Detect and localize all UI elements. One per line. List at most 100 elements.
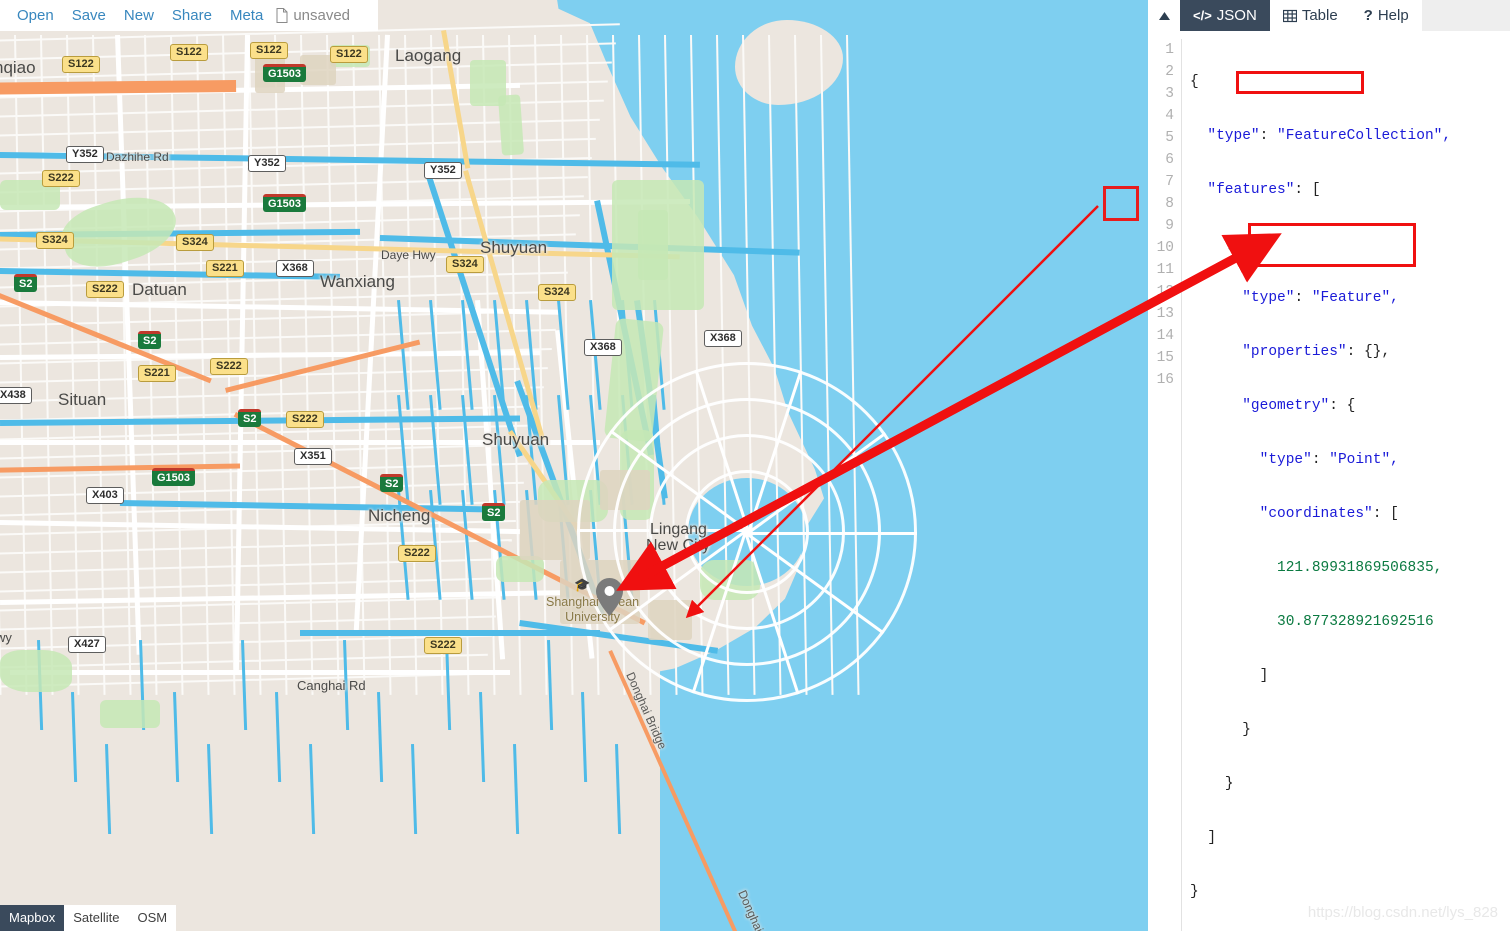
road-shield: S222 <box>86 281 124 298</box>
menu-open[interactable]: Open <box>8 0 63 31</box>
park-area <box>638 210 668 280</box>
menu-new[interactable]: New <box>115 0 163 31</box>
road-shield: S122 <box>62 56 100 73</box>
line-number: 9 <box>1165 218 1174 234</box>
code-line-15: ] <box>1207 830 1217 846</box>
road-shield: S324 <box>446 256 484 273</box>
code-line-12: ] <box>1259 668 1269 684</box>
line-number: 12 <box>1156 284 1174 300</box>
map-road-name: Donghai <box>735 888 767 931</box>
road-shield: S122 <box>250 42 288 59</box>
code-line-8: "type": "Point", <box>1259 452 1399 468</box>
road-shield: X427 <box>68 636 106 653</box>
line-number: 10 <box>1156 240 1174 256</box>
geojson-editor-app: LaogangnqiaoDazhihe RdShuyuanDaye HwyWan… <box>0 0 1510 931</box>
road-shield: G1503 <box>263 64 307 82</box>
road-shield: S122 <box>170 44 208 61</box>
park-area <box>100 700 160 728</box>
line-number: 1 <box>1165 42 1174 58</box>
road-shield: S221 <box>138 365 176 382</box>
road-shield: S2 <box>482 503 506 521</box>
layer-option-osm[interactable]: OSM <box>128 905 177 931</box>
road-shield: Y352 <box>248 155 286 172</box>
map-poi-label: Shanghai Ocean University <box>546 595 640 624</box>
table-icon <box>1282 9 1297 22</box>
layer-option-mapbox[interactable]: Mapbox <box>0 905 65 931</box>
code-line-14: } <box>1224 776 1234 792</box>
park-area <box>497 94 525 156</box>
road-shield: S2 <box>380 474 404 492</box>
island <box>735 20 843 105</box>
tab-help-label: Help <box>1377 7 1409 24</box>
road-shield: S324 <box>36 232 74 249</box>
line-number: 8 <box>1165 196 1174 212</box>
map-canvas[interactable]: LaogangnqiaoDazhihe RdShuyuanDaye HwyWan… <box>0 0 1148 931</box>
line-number: 6 <box>1165 152 1174 168</box>
layer-option-satellite[interactable]: Satellite <box>64 905 129 931</box>
line-number-gutter: 1 2 3 4 5 6 7 8 9 10 11 12 13 14 15 16 <box>1148 39 1182 931</box>
road-shield: S222 <box>424 637 462 654</box>
code-line-13: } <box>1242 722 1251 738</box>
road-shield: S324 <box>176 234 214 251</box>
line-number: 4 <box>1165 108 1174 124</box>
menu-share[interactable]: Share <box>163 0 221 31</box>
radial-road <box>577 529 747 532</box>
code-line-16: } <box>1190 884 1199 900</box>
road-shield: X351 <box>294 448 332 465</box>
code-line-1: { <box>1190 74 1199 90</box>
basemap-layer-switcher: Mapbox Satellite OSM <box>0 905 177 931</box>
json-code-lines[interactable]: { "type": "FeatureCollection", "features… <box>1182 39 1451 931</box>
radial-road <box>747 532 917 535</box>
menu-meta[interactable]: Meta <box>221 0 272 31</box>
line-number: 5 <box>1165 130 1174 146</box>
road-shield: S221 <box>206 260 244 277</box>
landmass-lower <box>0 620 660 931</box>
line-number: 2 <box>1165 64 1174 80</box>
road-shield: S222 <box>42 170 80 187</box>
road-shield: S222 <box>286 411 324 428</box>
tab-table[interactable]: Table <box>1269 0 1351 31</box>
menu-save[interactable]: Save <box>63 0 115 31</box>
line-number: 13 <box>1156 306 1174 322</box>
watermark-text: https://blog.csdn.net/lys_828 <box>1307 904 1498 921</box>
university-icon: 🎓 <box>574 577 591 592</box>
code-line-6: "properties": {}, <box>1242 344 1391 360</box>
file-status-label: unsaved <box>293 7 351 24</box>
road-shield: X438 <box>0 387 32 404</box>
tab-help[interactable]: ? Help <box>1350 0 1422 31</box>
code-line-7: "geometry": { <box>1242 398 1356 414</box>
line-number: 16 <box>1156 372 1174 388</box>
road-shield: G1503 <box>152 468 196 486</box>
line-number: 11 <box>1156 262 1174 278</box>
secondary-road <box>10 670 510 675</box>
map-marker-pin[interactable] <box>596 578 623 616</box>
road-shield: S2 <box>14 274 38 292</box>
road-shield: S222 <box>210 358 248 375</box>
panel-tab-bar: </> JSON Table ? Help <box>1148 0 1510 31</box>
code-line-5: "type": "Feature", <box>1242 290 1399 306</box>
panel-collapse-button[interactable] <box>1148 0 1180 31</box>
line-number: 15 <box>1156 350 1174 366</box>
road-shield: S122 <box>330 46 368 63</box>
code-line-11: 30.877328921692516 <box>1277 614 1434 630</box>
code-line-10: 121.89931869506835, <box>1277 560 1443 576</box>
code-line-4: { <box>1224 236 1234 252</box>
road-shield: S2 <box>238 409 262 427</box>
file-toolbar: Open Save New Share Meta unsaved <box>0 0 378 31</box>
code-line-9: "coordinates": [ <box>1259 506 1399 522</box>
code-line-2: "type": "FeatureCollection", <box>1207 128 1452 144</box>
road-shield: Y352 <box>424 162 462 179</box>
file-status: unsaved <box>276 7 350 24</box>
road-shield: X368 <box>704 330 742 347</box>
road-shield: S324 <box>538 284 576 301</box>
tab-bar-filler <box>1421 0 1510 31</box>
park-area <box>0 650 72 692</box>
tab-json[interactable]: </> JSON <box>1180 0 1270 31</box>
road-shield: G1503 <box>263 194 307 212</box>
triangle-up-icon <box>1158 11 1170 20</box>
json-code-editor[interactable]: 1 2 3 4 5 6 7 8 9 10 11 12 13 14 15 16 { "type": "Featu… <box>1148 31 1510 931</box>
line-number: 14 <box>1156 328 1174 344</box>
data-panel: </> JSON Table ? Help 1 2 3 4 5 6 7 8 9 10 11 1 <box>1148 0 1510 931</box>
road-shield: X368 <box>584 339 622 356</box>
code-icon: </> <box>1193 8 1212 23</box>
